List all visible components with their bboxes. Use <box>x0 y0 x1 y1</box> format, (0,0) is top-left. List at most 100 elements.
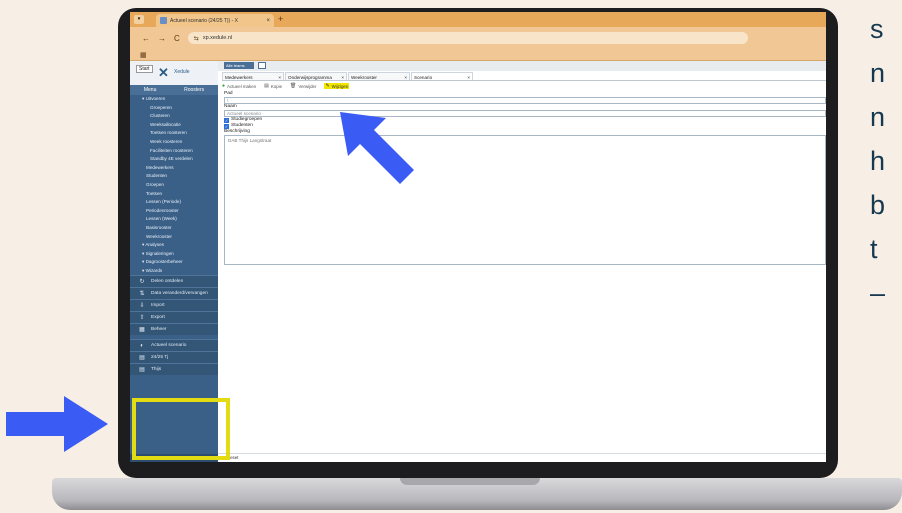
sidebar-section[interactable]: ⇅ Data veranderd/vervangen <box>130 287 218 300</box>
sidebar-section[interactable]: ↻ Delen ontdelen <box>130 275 218 288</box>
scenario-item[interactable]: ▤ Thijs <box>130 363 218 376</box>
actueel-maken-button-label: Actueel maken <box>227 83 257 89</box>
tab-onderwijsprogramma[interactable]: Onderwijsprogramma × <box>285 72 347 80</box>
scenario-form: Pad \ Naam Actueel scenario ✓ Studiegroe… <box>224 91 826 265</box>
sidebar-item[interactable]: Studenten <box>130 172 218 181</box>
new-tab-button[interactable]: + <box>278 14 283 24</box>
sidebar-scenario: ◐ Actueel scenario ▤ 24/25 Tj ▤ Thijs <box>130 339 218 376</box>
tab-scenario[interactable]: Scenario × <box>411 72 473 80</box>
team-select[interactable]: Alle teams <box>224 62 254 69</box>
close-icon[interactable]: × <box>266 18 270 24</box>
sidebar-item[interactable]: ▾ Analyses <box>130 241 218 250</box>
section-icon: ⇩ <box>139 302 145 309</box>
sidebar-item[interactable]: Periodenrooster <box>130 207 218 216</box>
sidebar-menu: ▾ Uitvoeren Groeperen Clusteren Weeksalloca… <box>130 95 218 275</box>
xedule-logo-icon: ✕ <box>158 65 169 80</box>
xedule-favicon-icon <box>160 17 167 24</box>
address-bar: ← → C ⇆ xp.xedule.nl <box>130 27 826 49</box>
section-icon: ⇅ <box>139 290 145 297</box>
section-icon: ▦ <box>139 326 145 333</box>
sidebar-item[interactable]: Lessen (Periode) <box>130 198 218 207</box>
sidebar-item[interactable]: Groepen <box>130 181 218 190</box>
xedule-app: Start ✕ Xedule Menu Roosters ▾ Uitvoeren… <box>130 61 826 462</box>
section-icon: ⇧ <box>139 314 145 321</box>
sidebar-item[interactable]: Week roosteren <box>130 138 218 147</box>
team-select-button[interactable] <box>258 62 266 69</box>
sidebar-item[interactable]: ▾ Dagroosterbeheer <box>130 258 218 267</box>
sidebar-section-label: Delen ontdelen <box>151 278 184 284</box>
bottom-bar: ⊘ Reset <box>218 453 826 462</box>
actueel-maken-button[interactable]: ● Actueel maken <box>222 83 256 89</box>
pad-field[interactable]: \ <box>224 97 826 104</box>
sidebar-item[interactable]: ▾ Wizards <box>130 267 218 276</box>
sidebar-section[interactable]: ▦ Beheer <box>130 323 218 336</box>
beschrijving-textarea[interactable]: DAB Thijs Langstraat <box>224 135 826 265</box>
sidebar-item[interactable]: Weekrooster <box>130 233 218 242</box>
doc-tab-label: Weekrooster <box>351 75 377 80</box>
sidebar-item[interactable]: Toetsen <box>130 190 218 199</box>
reload-button[interactable]: C <box>174 34 180 43</box>
close-icon[interactable]: × <box>341 73 344 80</box>
sidebar-item[interactable]: ▾ Signaleringen <box>130 250 218 259</box>
side-text-line: n <box>870 58 886 88</box>
logo-text: Xedule <box>174 69 190 75</box>
chevron-down-icon[interactable]: ▾ <box>134 15 144 24</box>
verwijder-button[interactable]: 🗑 Verwijder <box>290 83 316 89</box>
section-icon: ▤ <box>139 354 145 361</box>
section-icon: ◐ <box>140 342 144 349</box>
tab-weekrooster[interactable]: Weekrooster × <box>348 72 410 80</box>
sidebar-item[interactable]: Medewerkers <box>130 164 218 173</box>
sidebar-item[interactable]: Groeperen <box>130 104 218 113</box>
forward-button[interactable]: → <box>158 34 166 43</box>
status-dot-icon: ● <box>222 83 226 89</box>
browser-tab[interactable]: Actueel scenario (24/25 T)) - X × <box>156 14 274 27</box>
close-icon[interactable]: × <box>404 73 407 80</box>
scenario-toolbar: ● Actueel maken ▤ Kopie 🗑 Verwijder ✎ Wijzigen <box>222 82 350 90</box>
sidebar-item[interactable]: Basisrooster <box>130 224 218 233</box>
close-icon[interactable]: × <box>278 73 281 80</box>
wijzigen-button[interactable]: ✎ Wijzigen <box>324 83 350 89</box>
back-button[interactable]: ← <box>142 34 150 43</box>
laptop-screen: ▾ Actueel scenario (24/25 T)) - X × + ← … <box>130 12 826 462</box>
copy-icon: ▤ <box>264 83 269 89</box>
main-topbar: Alle teams <box>218 61 826 71</box>
start-button[interactable]: Start <box>136 65 153 73</box>
edit-icon: ✎ <box>325 83 330 89</box>
checkbox-checked-icon[interactable]: ✓ <box>224 123 229 129</box>
sidebar-item[interactable]: Standby 4E verdelen <box>130 155 218 164</box>
apps-grid-icon[interactable]: ▦ <box>140 51 147 59</box>
sidebar-item[interactable]: Weeksallocatie <box>130 121 218 130</box>
kopie-button[interactable]: ▤ Kopie <box>264 83 282 89</box>
bookmarks-bar: ▦ <box>130 49 826 61</box>
browser-tab-title: Actueel scenario (24/25 T)) - X <box>170 17 238 24</box>
section-icon: ↻ <box>139 278 145 285</box>
checkbox-checked-icon[interactable]: ✓ <box>224 117 229 123</box>
doc-tab-label: Medewerkers <box>225 75 253 80</box>
side-text-line: h <box>870 146 886 176</box>
tab-roosters[interactable]: Roosters <box>184 87 204 93</box>
scenario-item-label: 24/25 Tj <box>151 354 169 360</box>
sidebar-item[interactable]: Faciliteiten roosteren <box>130 147 218 156</box>
sidebar-section[interactable]: ⇧ Export <box>130 311 218 324</box>
tab-medewerkers[interactable]: Medewerkers × <box>222 72 284 80</box>
sidebar-item[interactable]: Clusteren <box>130 112 218 121</box>
sidebar-section-label: Export <box>151 314 165 320</box>
sidebar-header: Start ✕ Xedule <box>130 61 218 85</box>
browser-tab-bar: ▾ Actueel scenario (24/25 T)) - X × + <box>130 12 826 27</box>
wijzigen-button-label: Wijzigen <box>331 83 349 89</box>
scenario-item-label: Thijs <box>151 366 162 372</box>
arrow-right-icon <box>6 396 108 452</box>
sidebar-section[interactable]: ⇩ Import <box>130 299 218 312</box>
scenario-item[interactable]: ▤ 24/25 Tj <box>130 351 218 364</box>
scenario-item[interactable]: ◐ Actueel scenario <box>130 339 218 352</box>
sidebar-item[interactable]: ▾ Uitvoeren <box>130 95 218 104</box>
site-info-icon[interactable]: ⇆ <box>194 35 199 42</box>
sidebar-item[interactable]: Lessen (Week) <box>130 215 218 224</box>
tab-menu[interactable]: Menu <box>144 87 157 93</box>
trash-icon: 🗑 <box>290 83 297 89</box>
naam-field[interactable]: Actueel scenario <box>224 110 826 117</box>
sidebar-item[interactable]: Toetsen roosteren <box>130 129 218 138</box>
url-input[interactable]: ⇆ xp.xedule.nl <box>187 32 748 44</box>
sidebar-section-label: Import <box>151 302 165 308</box>
close-icon[interactable]: × <box>467 73 470 80</box>
